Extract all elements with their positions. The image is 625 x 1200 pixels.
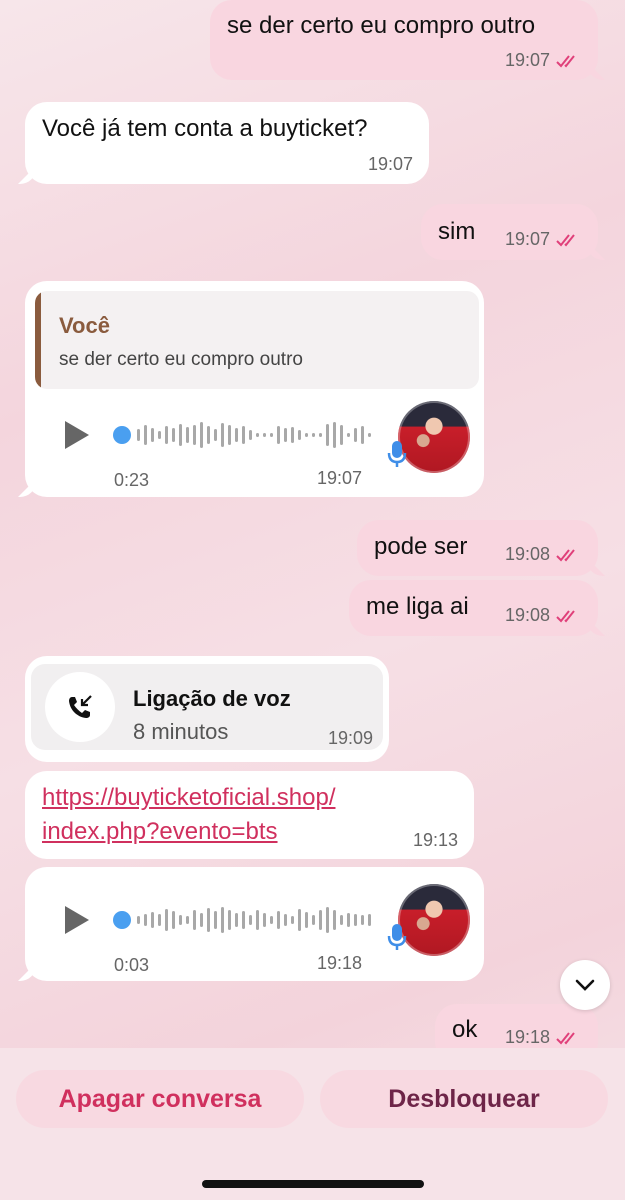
message-text: ok — [452, 1016, 478, 1043]
message-meta: 19:07 — [505, 229, 582, 250]
message-time: 19:07 — [504, 229, 550, 249]
bubble-tail — [18, 166, 36, 184]
message-meta: 19:08 — [505, 605, 582, 626]
message-time: 19:08 — [504, 544, 550, 564]
message-time: 19:07 — [367, 154, 413, 174]
avatar — [398, 401, 470, 473]
message-bubble-outgoing[interactable]: sim 19:07 — [421, 204, 605, 260]
reply-accent-bar — [35, 291, 41, 389]
reply-author: Você — [59, 313, 110, 338]
microphone-icon — [387, 441, 407, 467]
message-bubble-outgoing[interactable]: pode ser 19:08 — [357, 520, 605, 576]
double-check-icon — [556, 233, 575, 246]
bubble-tail — [18, 963, 36, 981]
message-time: 19:09 — [327, 728, 373, 748]
message-text: pode ser — [374, 533, 468, 560]
message-meta: 19:08 — [505, 544, 582, 565]
message-text: Você já tem conta a buyticket? — [42, 115, 368, 142]
message-link[interactable]: https://buyticketoficial.shop/ index.php… — [42, 781, 335, 849]
playhead[interactable] — [113, 426, 131, 444]
avatar — [398, 884, 470, 956]
blocked-contact-actions: Apagar conversa Desbloquear — [0, 1048, 625, 1200]
message-meta: 19:18 — [505, 1027, 582, 1048]
play-icon[interactable] — [65, 421, 89, 449]
voice-message-incoming[interactable]: 0:03 19:18 — [18, 867, 484, 981]
message-time: 19:18 — [504, 1027, 550, 1047]
link-line-1[interactable]: https://buyticketoficial.shop/ — [42, 781, 335, 815]
message-time: 19:07 — [504, 50, 550, 70]
reply-text: se der certo eu compro outro — [59, 349, 303, 370]
bubble-tail — [587, 242, 605, 260]
home-indicator[interactable] — [202, 1180, 424, 1188]
double-check-icon — [556, 609, 575, 622]
delete-conversation-button[interactable]: Apagar conversa — [16, 1070, 304, 1128]
waveform[interactable] — [113, 905, 371, 935]
message-meta: 19:07 — [505, 50, 582, 71]
double-check-icon — [556, 54, 575, 67]
message-time: 19:18 — [317, 953, 363, 973]
message-time: 19:08 — [504, 605, 550, 625]
voice-duration: 0:23 — [114, 470, 150, 490]
message-text: me liga ai — [366, 593, 469, 620]
message-bubble-incoming[interactable]: Você já tem conta a buyticket? 19:07 — [18, 102, 429, 184]
playhead[interactable] — [113, 911, 131, 929]
play-icon[interactable] — [65, 906, 89, 934]
incoming-call-icon — [45, 672, 115, 742]
call-title: Ligação de voz — [133, 686, 291, 711]
message-text: se der certo eu compro outro — [227, 12, 536, 39]
voice-call-message[interactable]: Ligação de voz 8 minutos 19:09 — [25, 656, 389, 762]
bubble-tail — [587, 618, 605, 636]
message-time: 19:13 — [412, 830, 458, 850]
waveform[interactable] — [113, 420, 371, 450]
link-line-2[interactable]: index.php?evento=bts — [42, 815, 335, 849]
double-check-icon — [556, 1031, 575, 1044]
call-duration: 8 minutos — [133, 719, 229, 744]
message-meta: 19:07 — [368, 154, 413, 175]
message-meta: 19:13 — [413, 830, 458, 851]
message-bubble-outgoing[interactable]: me liga ai 19:08 — [349, 580, 605, 636]
double-check-icon — [556, 548, 575, 561]
bubble-tail — [587, 558, 605, 576]
unblock-button[interactable]: Desbloquear — [320, 1070, 608, 1128]
quoted-reply[interactable]: Você se der certo eu compro outro — [35, 291, 479, 389]
message-bubble-outgoing[interactable]: se der certo eu compro outro 19:07 — [210, 0, 605, 80]
voice-message-incoming[interactable]: Você se der certo eu compro outro 0:23 1… — [18, 281, 484, 497]
bubble-tail — [587, 62, 605, 80]
scroll-to-bottom-button[interactable] — [560, 960, 610, 1010]
chat-area: se der certo eu compro outro 19:07 Você … — [0, 0, 625, 1064]
bubble-tail — [18, 479, 36, 497]
voice-duration: 0:03 — [114, 955, 150, 975]
message-meta: 19:09 — [328, 728, 373, 749]
microphone-icon — [387, 924, 407, 950]
message-text: sim — [438, 218, 476, 245]
message-time: 19:07 — [317, 468, 363, 488]
link-message[interactable]: https://buyticketoficial.shop/ index.php… — [25, 771, 474, 859]
chevron-down-icon — [575, 979, 595, 991]
